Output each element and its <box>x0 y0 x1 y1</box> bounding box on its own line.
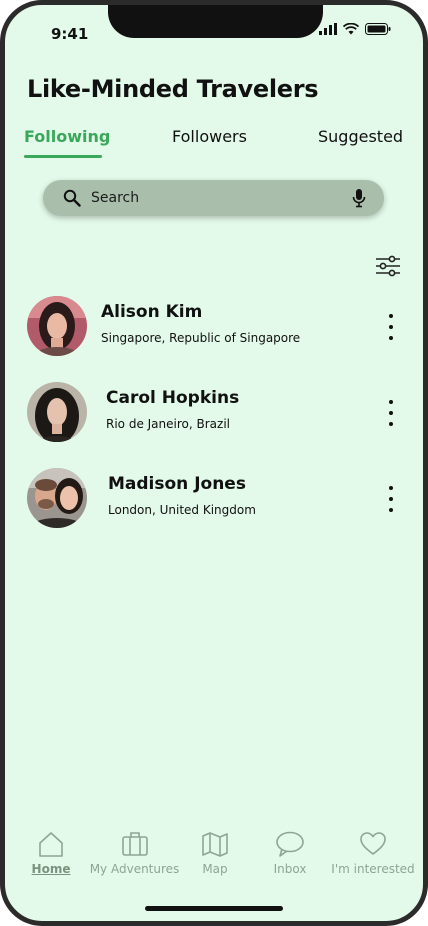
list-item[interactable]: Carol Hopkins Rio de Janeiro, Brazil <box>27 382 407 444</box>
microphone-icon[interactable] <box>352 188 366 208</box>
person-name: Madison Jones <box>108 474 246 494</box>
home-indicator <box>145 906 283 911</box>
nav-label: Inbox <box>273 862 307 876</box>
notch <box>108 5 323 38</box>
list-item[interactable]: Madison Jones London, United Kingdom <box>27 468 407 530</box>
page-title: Like-Minded Travelers <box>27 75 319 103</box>
status-icons <box>319 23 391 35</box>
person-location: Singapore, Republic of Singapore <box>101 331 301 345</box>
nav-inbox[interactable]: Inbox <box>268 830 312 876</box>
wifi-icon <box>343 23 359 35</box>
more-options-icon[interactable] <box>383 314 399 340</box>
home-icon <box>39 832 63 857</box>
active-tab-indicator <box>24 155 102 158</box>
search-input[interactable] <box>91 180 341 216</box>
filter-sliders-icon[interactable] <box>375 255 401 277</box>
nav-my-adventures[interactable]: My Adventures <box>87 830 182 876</box>
nav-label: Map <box>202 862 228 876</box>
status-time: 9:41 <box>51 25 89 43</box>
person-location: London, United Kingdom <box>108 503 256 517</box>
nav-home[interactable]: Home <box>26 830 76 876</box>
search-icon[interactable] <box>63 189 81 207</box>
heart-icon <box>360 832 386 855</box>
chat-bubble-icon <box>276 831 304 857</box>
tab-followers[interactable]: Followers <box>172 127 247 146</box>
nav-label: My Adventures <box>89 862 180 876</box>
person-name: Alison Kim <box>101 302 203 322</box>
signal-icon <box>319 23 337 35</box>
nav-im-interested[interactable]: I'm interested <box>328 830 418 876</box>
map-icon <box>202 832 228 857</box>
tab-following[interactable]: Following <box>24 127 110 146</box>
list-item[interactable]: Alison Kim Singapore, Republic of Singap… <box>27 296 407 358</box>
search-bar[interactable] <box>43 180 384 216</box>
person-name: Carol Hopkins <box>106 388 240 408</box>
phone-frame: 9:41 Like-Minded Travelers Following Fol… <box>0 0 428 926</box>
tab-suggested[interactable]: Suggested <box>318 127 403 146</box>
battery-icon <box>365 23 391 35</box>
suitcase-icon <box>121 832 148 856</box>
nav-label: I'm interested <box>331 862 415 876</box>
person-location: Rio de Janeiro, Brazil <box>106 417 230 431</box>
more-options-icon[interactable] <box>383 486 399 512</box>
nav-label: Home <box>31 862 71 876</box>
more-options-icon[interactable] <box>383 400 399 426</box>
avatar[interactable] <box>27 296 87 356</box>
nav-map[interactable]: Map <box>195 830 235 876</box>
avatar[interactable] <box>27 468 87 528</box>
avatar[interactable] <box>27 382 87 442</box>
